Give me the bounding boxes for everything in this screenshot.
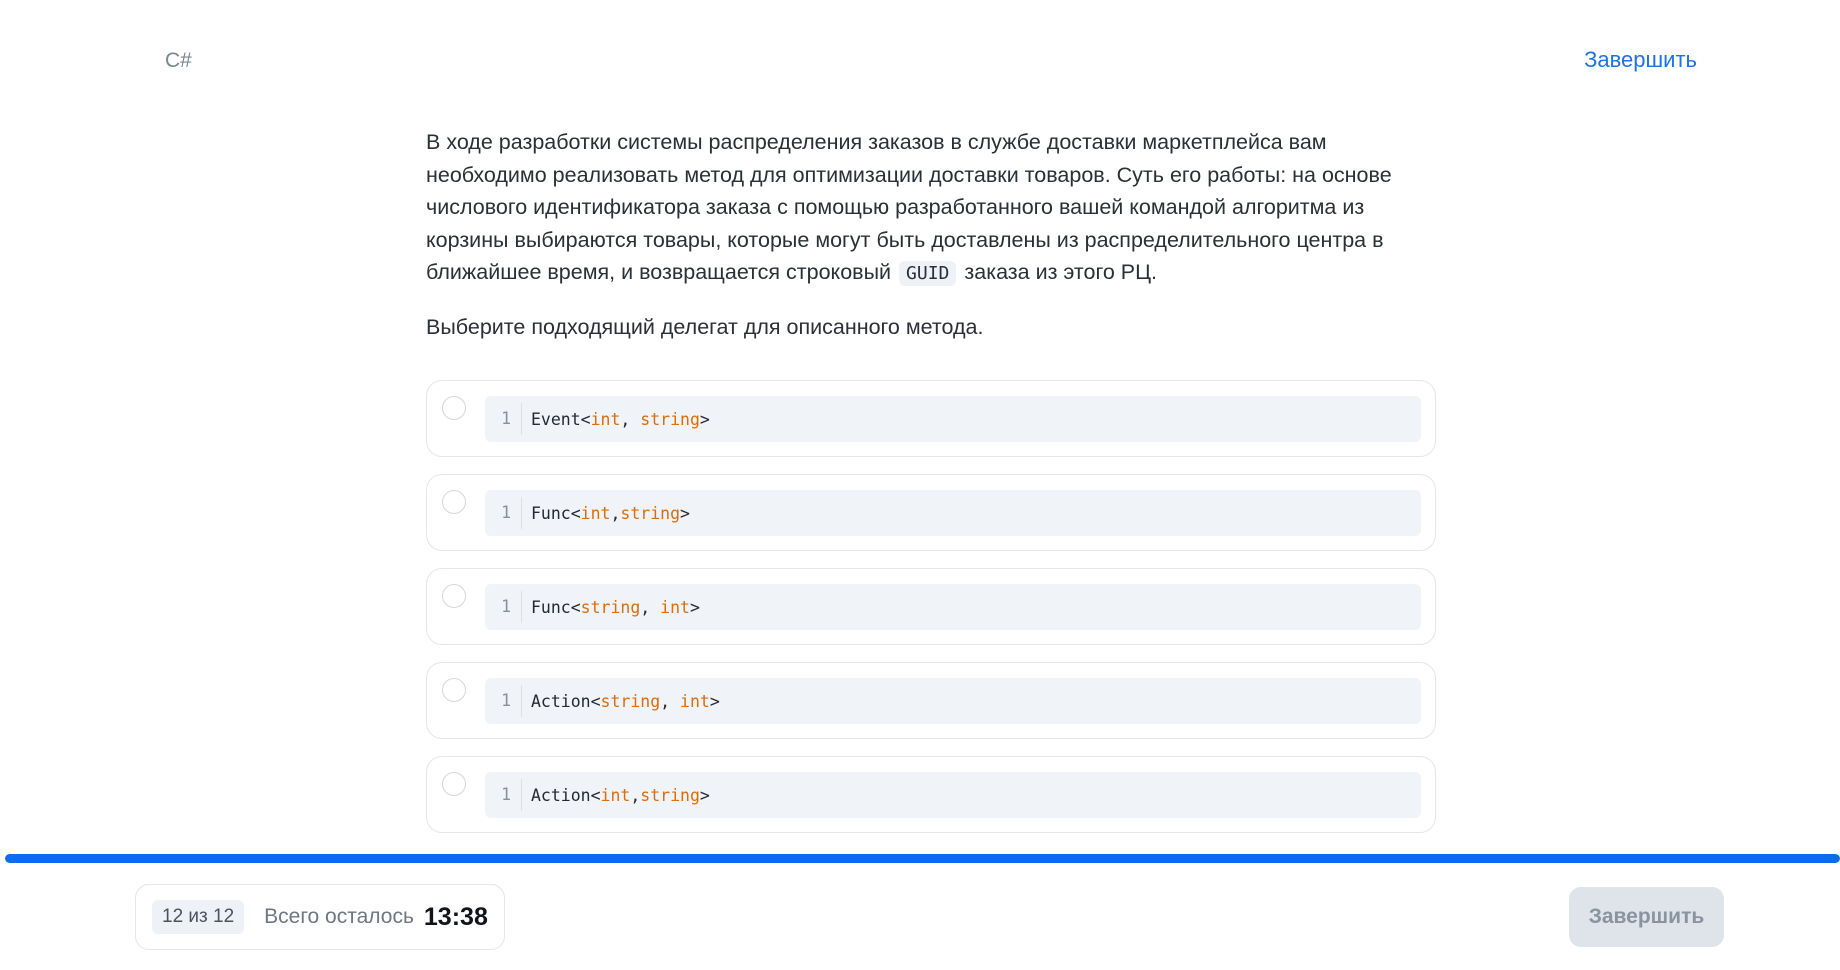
finish-button[interactable]: Завершить [1569,887,1724,947]
code-block: 1 Action<int,string> [485,772,1421,818]
radio-button[interactable] [442,584,466,608]
finish-link[interactable]: Завершить [1584,47,1697,73]
answer-option[interactable]: 1 Event<int, string> [426,380,1436,457]
question-prompt: Выберите подходящий делегат для описанно… [426,314,984,339]
code-token: > [709,691,720,711]
code-token: > [699,409,710,429]
code-line: Action<int,string> [522,786,710,805]
code-token: Action< [531,785,601,805]
question-block: В ходе разработки системы распределения … [426,126,1436,342]
code-token: , [620,409,641,429]
code-line: Action<string, int> [522,692,720,711]
line-number: 1 [485,685,522,717]
quiz-page: C# Завершить В ходе разработки системы р… [0,0,1840,970]
line-number: 1 [485,779,522,811]
question-counter-badge: 12 из 12 [152,900,245,934]
code-line: Func<int,string> [522,504,690,523]
answer-option[interactable]: 1 Action<int,string> [426,756,1436,833]
code-keyword: int [660,597,690,617]
line-number: 1 [485,497,522,529]
question-text: В ходе разработки системы распределения … [426,126,1436,291]
status-box: 12 из 12 Всего осталось 13:38 [135,884,505,950]
code-token: > [699,785,710,805]
code-token: , [660,691,681,711]
code-keyword: int [590,409,621,429]
code-keyword: int [580,503,611,523]
time-remaining-value: 13:38 [423,902,488,931]
code-keyword: string [600,691,661,711]
code-keyword: int [680,691,710,711]
time-remaining-label: Всего осталось [264,905,414,928]
language-label: C# [165,49,192,72]
code-line: Func<string, int> [522,598,700,617]
radio-button[interactable] [442,678,466,702]
line-number: 1 [485,403,522,435]
code-token: > [689,597,700,617]
code-block: 1 Func<string, int> [485,584,1421,630]
progress-fill [5,854,1840,863]
answer-option[interactable]: 1 Action<string, int> [426,662,1436,739]
answer-options: 1 Event<int, string> 1 Func<int,string> 1 Fun… [426,380,1436,850]
code-line: Event<int, string> [522,410,710,429]
code-token: , [630,785,641,805]
code-token: Func< [531,503,581,523]
code-block: 1 Func<int,string> [485,490,1421,536]
line-number: 1 [485,591,522,623]
code-token: Event< [531,409,591,429]
code-token: Action< [531,691,601,711]
radio-button[interactable] [442,396,466,420]
code-block: 1 Event<int, string> [485,396,1421,442]
code-keyword: string [580,597,641,617]
radio-button[interactable] [442,772,466,796]
code-token: , [610,503,621,523]
radio-button[interactable] [442,490,466,514]
code-token: > [680,503,690,523]
answer-option[interactable]: 1 Func<string, int> [426,568,1436,645]
code-token: Func< [531,597,581,617]
progress-bar [5,854,1840,863]
answer-option[interactable]: 1 Func<int,string> [426,474,1436,551]
code-keyword: string [620,503,681,523]
code-keyword: int [600,785,631,805]
code-block: 1 Action<string, int> [485,678,1421,724]
code-keyword: string [640,785,700,805]
code-keyword: string [640,409,700,429]
question-text-after: заказа из этого РЦ. [964,260,1157,284]
code-token: , [640,597,661,617]
inline-code-guid: GUID [899,261,957,286]
